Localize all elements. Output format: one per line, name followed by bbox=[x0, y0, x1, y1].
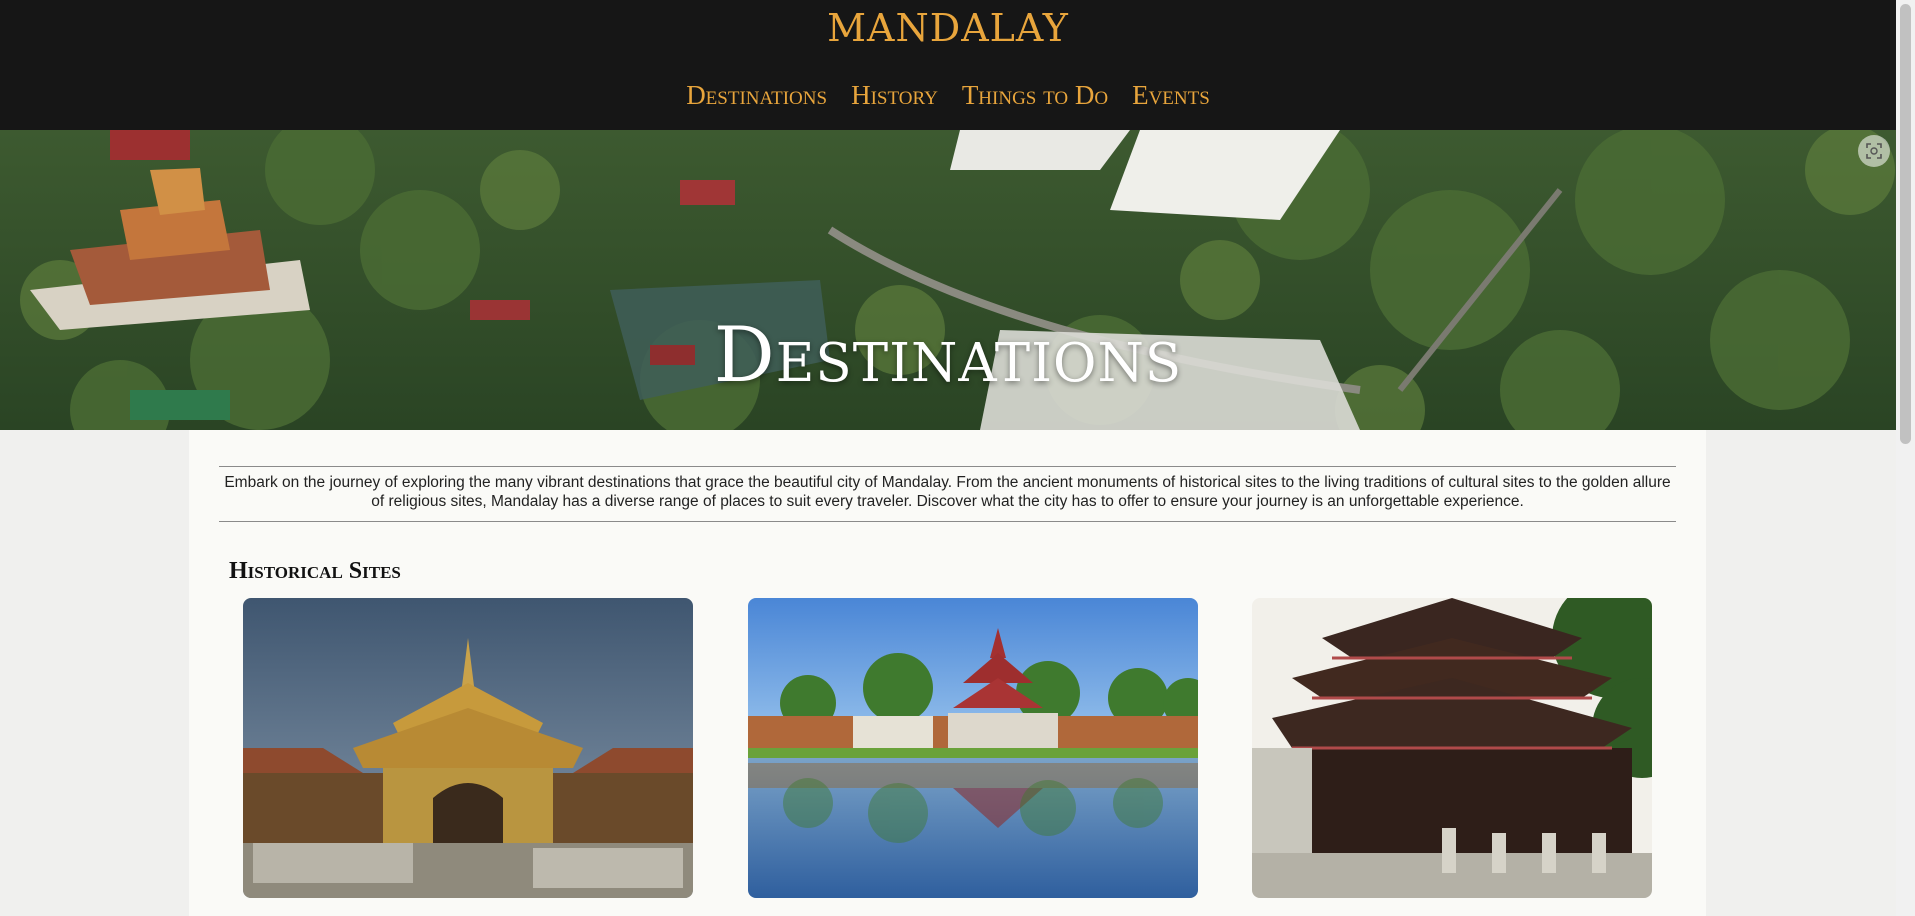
nav-things-to-do[interactable]: Things to Do bbox=[962, 80, 1108, 111]
palace-moat-image bbox=[748, 598, 1198, 898]
nav-events[interactable]: Events bbox=[1132, 80, 1210, 111]
nav-destinations[interactable]: Destinations bbox=[686, 80, 827, 111]
screen-capture-icon[interactable] bbox=[1858, 135, 1890, 167]
teak-monastery-image bbox=[1252, 598, 1652, 898]
palace-image bbox=[243, 598, 693, 898]
historical-site-card-3[interactable] bbox=[1252, 598, 1652, 898]
main-nav: Destinations History Things to Do Events bbox=[0, 80, 1896, 111]
page-scrollbar[interactable] bbox=[1896, 0, 1915, 916]
site-header: MANDALAY Destinations History Things to … bbox=[0, 0, 1896, 130]
site-title[interactable]: MANDALAY bbox=[0, 6, 1896, 50]
nav-history[interactable]: History bbox=[851, 80, 938, 111]
section-title-historical-sites: Historical Sites bbox=[229, 558, 401, 584]
historical-site-card-2[interactable] bbox=[748, 598, 1198, 898]
intro-paragraph: Embark on the journey of exploring the m… bbox=[219, 466, 1676, 522]
scrollbar-thumb[interactable] bbox=[1900, 4, 1911, 444]
hero-title: Destinations bbox=[713, 310, 1183, 399]
hero-banner: Destinations bbox=[0, 130, 1896, 430]
main-content: Embark on the journey of exploring the m… bbox=[189, 430, 1706, 916]
historical-site-card-1[interactable] bbox=[243, 598, 693, 898]
